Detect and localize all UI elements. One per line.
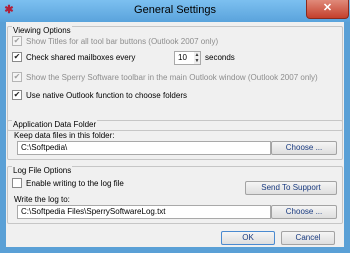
show-titles-row: ✔ Show Titles for all tool bar buttons (… xyxy=(12,36,218,46)
choose-data-folder-button[interactable]: Choose ... xyxy=(271,141,337,155)
write-log-label: Write the log to: xyxy=(14,195,70,204)
app-data-title: Application Data Folder xyxy=(12,120,98,129)
close-button[interactable]: ✕ xyxy=(306,0,349,19)
choose-log-file-button[interactable]: Choose ... xyxy=(271,205,337,219)
interval-unit: seconds xyxy=(205,53,235,62)
down-arrow-icon[interactable]: ▼ xyxy=(194,58,200,64)
native-outlook-row: ✔ Use native Outlook function to choose … xyxy=(12,90,187,100)
interval-stepper[interactable]: ▲ ▼ xyxy=(194,51,201,65)
title-bar[interactable]: ✱ General Settings ✕ xyxy=(0,0,350,22)
check-mailboxes-checkbox[interactable]: ✔ xyxy=(12,52,22,62)
log-options-group: Log File Options Enable writing to the l… xyxy=(7,166,343,224)
enable-log-checkbox[interactable] xyxy=(12,178,22,188)
settings-window: ✱ General Settings ✕ Viewing Options ✔ S… xyxy=(0,0,350,253)
check-mailboxes-row: ✔ Check shared mailboxes every xyxy=(12,52,135,62)
dialog-body: Viewing Options ✔ Show Titles for all to… xyxy=(6,22,344,247)
log-options-title: Log File Options xyxy=(12,166,73,175)
native-outlook-checkbox[interactable]: ✔ xyxy=(12,90,22,100)
viewing-options-title: Viewing Options xyxy=(12,26,72,35)
show-toolbar-row: ✔ Show the Sperry Software toolbar in th… xyxy=(12,72,318,82)
ok-button[interactable]: OK xyxy=(221,231,275,245)
send-to-support-button[interactable]: Send To Support xyxy=(245,181,337,195)
data-folder-input[interactable]: C:\Softpedia\ xyxy=(17,141,271,155)
cancel-button[interactable]: Cancel xyxy=(281,231,335,245)
log-path-input[interactable]: C:\Softpedia Files\SperrySoftwareLog.txt xyxy=(17,205,271,219)
keep-data-label: Keep data files in this folder: xyxy=(14,131,115,140)
viewing-options-group: Viewing Options ✔ Show Titles for all to… xyxy=(7,26,343,131)
show-titles-label: Show Titles for all tool bar buttons (Ou… xyxy=(26,36,219,46)
window-title: General Settings xyxy=(134,4,216,16)
app-data-group: Application Data Folder Keep data files … xyxy=(7,120,343,160)
native-outlook-label: Use native Outlook function to choose fo… xyxy=(26,90,187,100)
show-toolbar-checkbox[interactable]: ✔ xyxy=(12,72,22,82)
show-titles-checkbox[interactable]: ✔ xyxy=(12,36,22,46)
enable-log-label: Enable writing to the log file xyxy=(26,178,124,188)
enable-log-row: Enable writing to the log file xyxy=(12,178,124,188)
show-toolbar-label: Show the Sperry Software toolbar in the … xyxy=(26,72,318,82)
check-mailboxes-label: Check shared mailboxes every xyxy=(26,52,136,62)
